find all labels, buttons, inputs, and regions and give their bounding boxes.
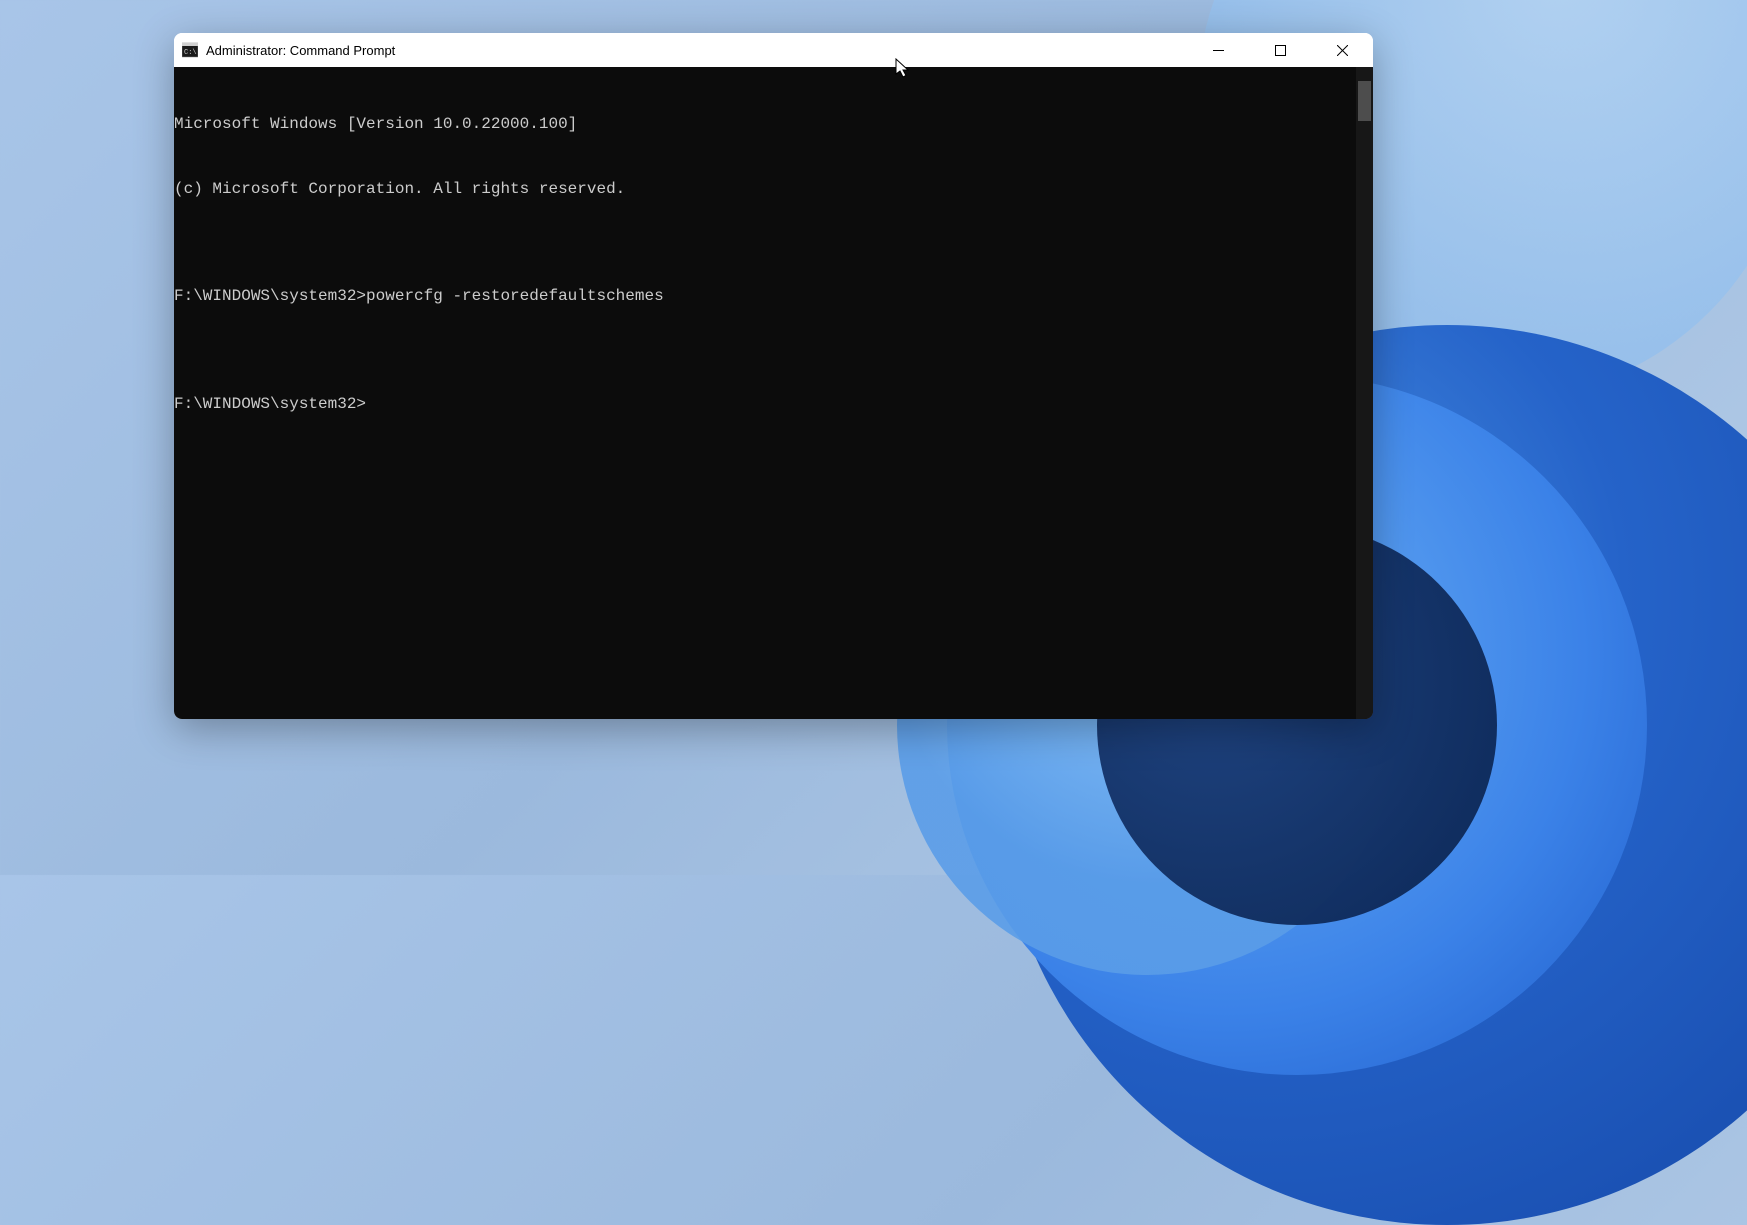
scroll-down-arrow[interactable] — [1356, 705, 1373, 719]
cmd-icon: C:\ — [182, 42, 198, 58]
svg-text:C:\: C:\ — [184, 49, 197, 57]
console-output[interactable]: Microsoft Windows [Version 10.0.22000.10… — [174, 67, 1356, 719]
minimize-button[interactable] — [1187, 33, 1249, 67]
titlebar[interactable]: C:\ Administrator: Command Prompt — [174, 33, 1373, 67]
maximize-button[interactable] — [1249, 33, 1311, 67]
console-line: (c) Microsoft Corporation. All rights re… — [174, 179, 1356, 201]
window-controls — [1187, 33, 1373, 67]
console-area[interactable]: Microsoft Windows [Version 10.0.22000.10… — [174, 67, 1373, 719]
vertical-scrollbar[interactable] — [1356, 67, 1373, 719]
command-prompt-window: C:\ Administrator: Command Prompt Micros… — [174, 33, 1373, 719]
window-title: Administrator: Command Prompt — [206, 43, 395, 58]
console-line: F:\WINDOWS\system32> — [174, 394, 1356, 416]
scroll-thumb[interactable] — [1358, 81, 1371, 121]
console-line: F:\WINDOWS\system32>powercfg -restoredef… — [174, 286, 1356, 308]
close-button[interactable] — [1311, 33, 1373, 67]
console-line: Microsoft Windows [Version 10.0.22000.10… — [174, 114, 1356, 136]
scroll-up-arrow[interactable] — [1356, 67, 1373, 81]
